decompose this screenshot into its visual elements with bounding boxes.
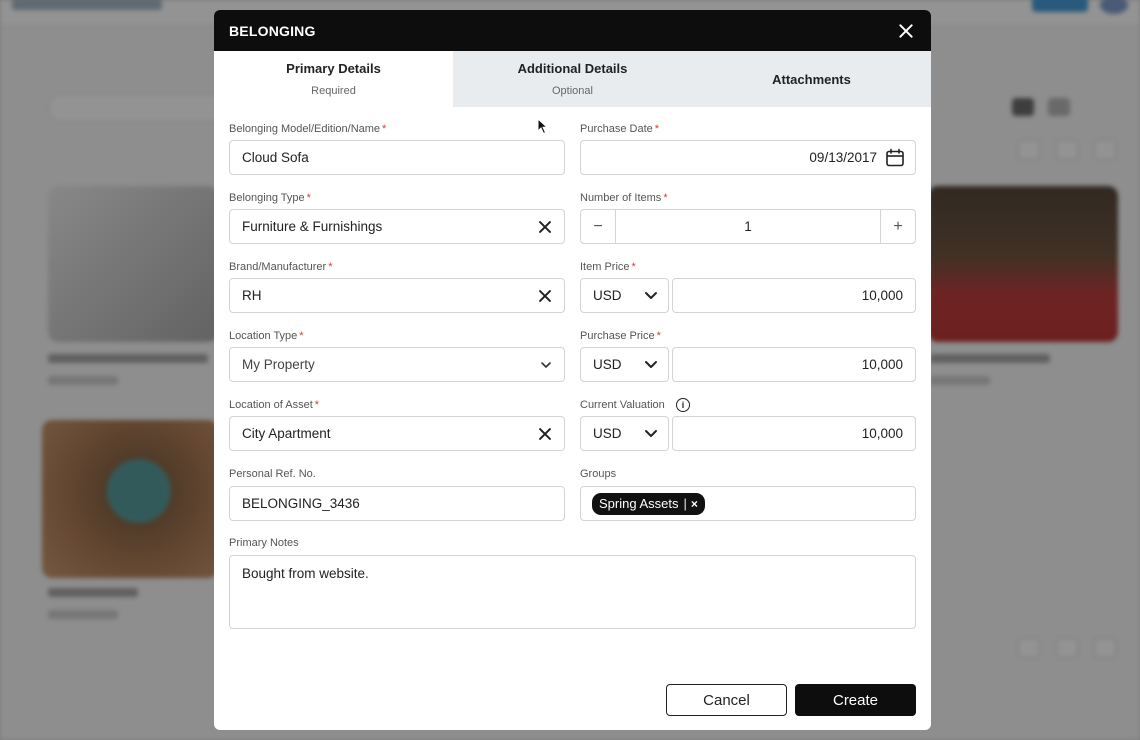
- current-valuation-currency-select[interactable]: USD: [580, 416, 669, 451]
- purchase-price-input[interactable]: 10,000: [672, 347, 916, 382]
- tab-primary-details[interactable]: Primary Details Required: [214, 51, 453, 107]
- currency-value: USD: [593, 426, 622, 441]
- brand-label: Brand/Manufacturer *: [229, 261, 333, 273]
- location-type-value: My Property: [242, 357, 315, 372]
- location-asset-label: Location of Asset *: [229, 399, 319, 411]
- modal-title: BELONGING: [229, 22, 316, 39]
- purchase-date-label: Purchase Date *: [580, 123, 659, 135]
- brand-value: RH: [242, 288, 262, 303]
- model-input[interactable]: Cloud Sofa: [229, 140, 565, 175]
- required-mark: *: [306, 192, 311, 204]
- purchase-price-label: Purchase Price *: [580, 330, 661, 342]
- purchase-date-input[interactable]: 09/13/2017: [580, 140, 916, 175]
- item-price-value: 10,000: [861, 288, 903, 303]
- item-price-label: Item Price *: [580, 261, 636, 273]
- required-mark: *: [314, 399, 320, 411]
- purchase-price-value: 10,000: [861, 357, 903, 372]
- belonging-modal: BELONGING Primary Details Required Addit…: [214, 10, 931, 730]
- location-type-select[interactable]: My Property: [229, 347, 565, 382]
- location-asset-select[interactable]: City Apartment: [229, 416, 565, 451]
- cancel-button[interactable]: Cancel: [666, 684, 787, 716]
- items-value[interactable]: 1: [615, 210, 881, 243]
- current-valuation-label: Current Valuation: [580, 399, 665, 411]
- purchase-date-value: 09/13/2017: [809, 150, 877, 165]
- type-select[interactable]: Furniture & Furnishings: [229, 209, 565, 244]
- clear-icon[interactable]: [538, 427, 552, 441]
- type-label: Belonging Type *: [229, 192, 311, 204]
- info-icon[interactable]: i: [676, 398, 690, 412]
- group-chip: Spring Assets | ×: [592, 492, 705, 515]
- label-text: Location of Asset: [229, 399, 313, 411]
- chevron-down-icon: [645, 361, 657, 368]
- personal-ref-label: Personal Ref. No.: [229, 468, 316, 480]
- tab-label: Attachments: [772, 71, 851, 87]
- calendar-icon[interactable]: [885, 148, 905, 168]
- tab-sublabel: Optional: [552, 85, 593, 97]
- currency-value: USD: [593, 288, 622, 303]
- mouse-cursor-icon: [537, 118, 549, 135]
- label-text: Purchase Date: [580, 123, 653, 135]
- modal-tabs: Primary Details Required Additional Deta…: [214, 51, 931, 107]
- label-text: Item Price: [580, 261, 630, 273]
- tab-sublabel: Required: [311, 85, 356, 97]
- item-price-input[interactable]: 10,000: [672, 278, 916, 313]
- tab-label: Additional Details: [517, 61, 628, 76]
- required-mark: *: [654, 123, 660, 135]
- personal-ref-value: BELONGING_3436: [242, 496, 360, 511]
- label-text: Number of Items: [580, 192, 662, 204]
- currency-value: USD: [593, 357, 622, 372]
- tab-attachments[interactable]: Attachments: [692, 51, 931, 107]
- label-text: Belonging Type: [229, 192, 305, 204]
- location-asset-value: City Apartment: [242, 426, 331, 441]
- required-mark: *: [656, 330, 661, 342]
- groups-input[interactable]: Spring Assets | ×: [580, 486, 916, 521]
- chip-remove-icon[interactable]: ×: [691, 497, 698, 511]
- personal-ref-input[interactable]: BELONGING_3436: [229, 486, 565, 521]
- label-text: Purchase Price: [580, 330, 655, 342]
- current-valuation-input[interactable]: 10,000: [672, 416, 916, 451]
- chevron-down-icon: [541, 361, 551, 368]
- required-mark: *: [328, 261, 333, 273]
- label-text: Location Type: [229, 330, 298, 342]
- groups-label: Groups: [580, 468, 617, 480]
- notes-label: Primary Notes: [229, 537, 299, 549]
- required-mark: *: [663, 192, 668, 204]
- model-value: Cloud Sofa: [242, 150, 309, 165]
- chevron-down-icon: [645, 430, 657, 437]
- brand-select[interactable]: RH: [229, 278, 565, 313]
- clear-icon[interactable]: [538, 289, 552, 303]
- tab-label: Primary Details: [286, 61, 381, 76]
- increment-button[interactable]: +: [881, 210, 915, 243]
- label-text: Brand/Manufacturer: [229, 261, 327, 273]
- item-price-currency-select[interactable]: USD: [580, 278, 669, 313]
- location-type-label: Location Type *: [229, 330, 304, 342]
- chevron-down-icon: [645, 292, 657, 299]
- items-label: Number of Items *: [580, 192, 668, 204]
- tab-additional-details[interactable]: Additional Details Optional: [453, 51, 692, 107]
- type-value: Furniture & Furnishings: [242, 219, 383, 234]
- required-mark: *: [382, 123, 387, 135]
- model-label: Belonging Model/Edition/Name *: [229, 123, 386, 135]
- clear-icon[interactable]: [538, 220, 552, 234]
- create-button[interactable]: Create: [795, 684, 916, 716]
- items-stepper: − 1 +: [580, 209, 916, 244]
- notes-textarea[interactable]: Bought from website.: [229, 555, 916, 629]
- current-valuation-value: 10,000: [861, 426, 903, 441]
- modal-header: BELONGING: [214, 10, 931, 51]
- group-chip-label: Spring Assets: [599, 496, 679, 511]
- required-mark: *: [299, 330, 304, 342]
- label-text: Belonging Model/Edition/Name: [229, 123, 381, 135]
- chip-divider: |: [683, 496, 687, 511]
- purchase-price-currency-select[interactable]: USD: [580, 347, 669, 382]
- decrement-button[interactable]: −: [581, 210, 615, 243]
- required-mark: *: [631, 261, 636, 273]
- close-icon[interactable]: [896, 21, 916, 41]
